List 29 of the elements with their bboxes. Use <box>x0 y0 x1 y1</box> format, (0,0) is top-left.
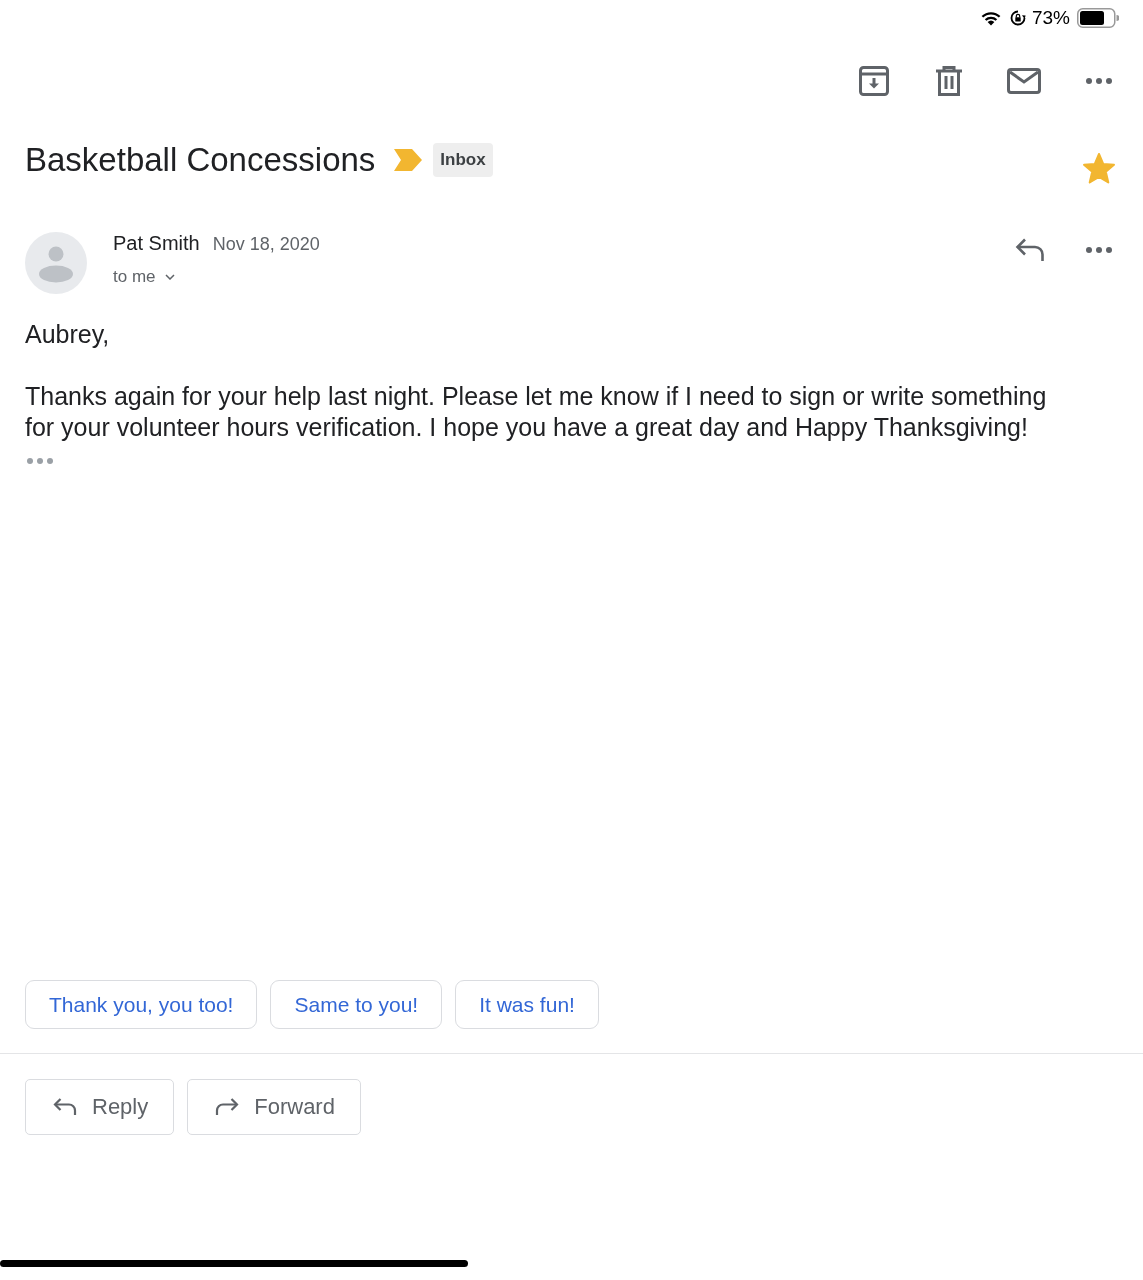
message-body: Thanks again for your help last night. Please let me know if I need to sign or write something for your volunteer hours verification. I hope you have a great day and Happy Thanksgiving! <box>25 381 1048 443</box>
inbox-label: Inbox <box>433 143 493 177</box>
forward-button[interactable]: Forward <box>187 1079 361 1135</box>
forward-icon <box>215 1098 240 1116</box>
wifi-icon <box>979 10 1002 26</box>
more-icon <box>1086 78 1112 84</box>
reply-button[interactable]: Reply <box>25 1079 175 1135</box>
message-date: Nov 18, 2020 <box>212 234 320 255</box>
rotation-lock-icon <box>1009 10 1026 26</box>
chevron-marker-icon[interactable] <box>394 149 423 171</box>
archive-icon <box>859 66 889 96</box>
avatar-icon <box>25 232 87 294</box>
ellipsis-icon <box>27 458 53 464</box>
battery-icon <box>1077 8 1119 28</box>
smart-reply-chip[interactable]: It was fun! <box>455 980 599 1029</box>
reply-icon <box>53 1098 77 1116</box>
sender-name: Pat Smith <box>113 232 200 255</box>
envelope-icon <box>1007 68 1041 94</box>
battery-percent: 73% <box>1031 7 1070 29</box>
smart-reply-chip[interactable]: Same to you! <box>270 980 443 1029</box>
reply-icon <box>1015 238 1045 262</box>
greeting-text: Aubrey, <box>25 319 111 350</box>
trash-icon <box>934 66 964 96</box>
chevron-down-icon <box>164 274 175 280</box>
smart-reply-chip[interactable]: Thank you, you too! <box>25 980 258 1029</box>
recipient-details-toggle[interactable]: to me <box>113 267 175 287</box>
more-icon <box>1086 247 1112 253</box>
email-subject: Basketball Concessions <box>25 141 376 179</box>
show-trimmed-button[interactable] <box>25 455 55 467</box>
